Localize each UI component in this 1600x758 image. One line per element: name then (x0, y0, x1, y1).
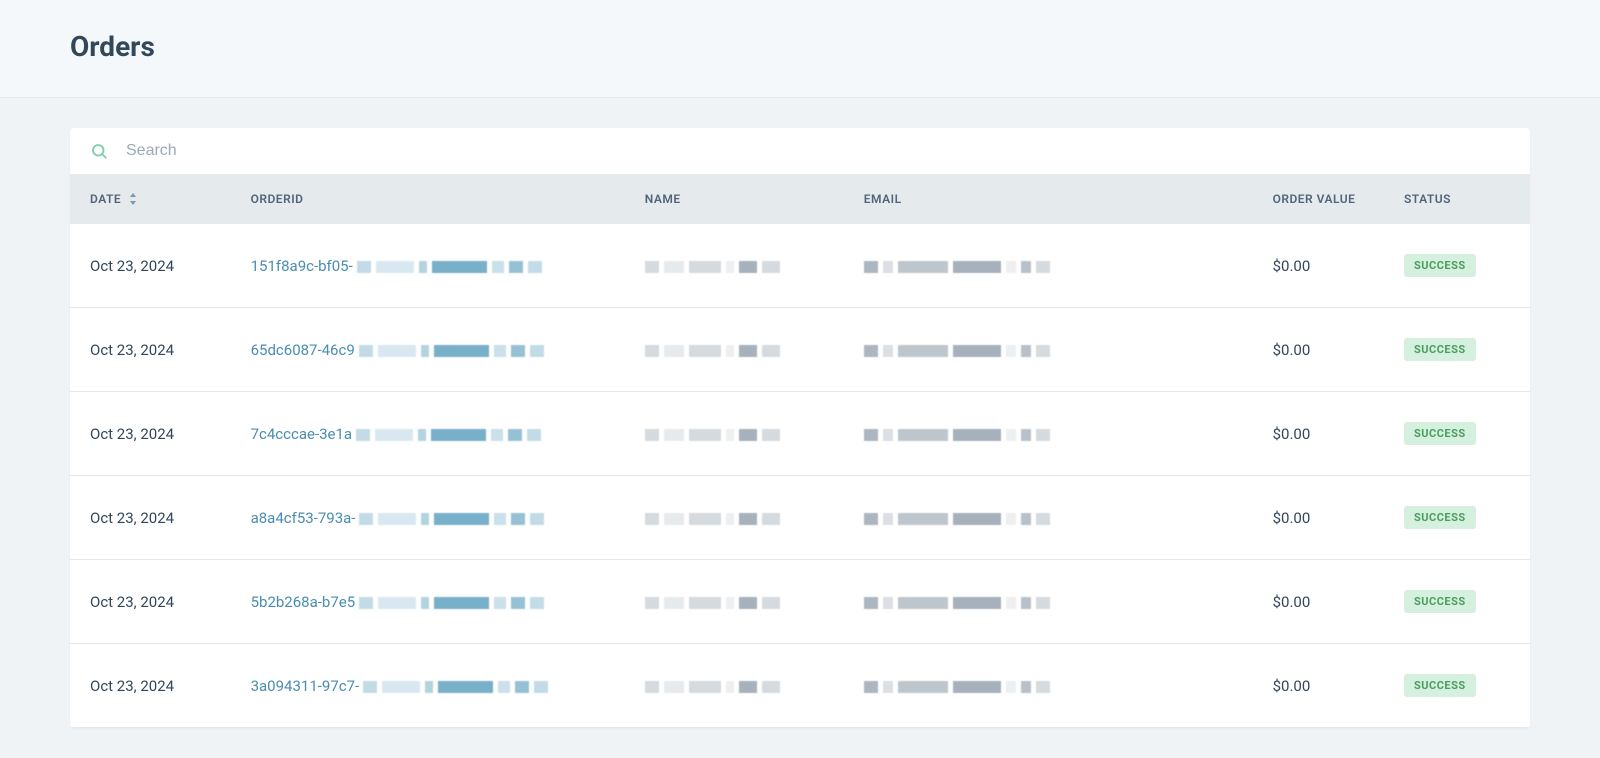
order-id-link[interactable]: 7c4cccae-3e1a (251, 425, 353, 443)
order-id-link[interactable]: 3a094311-97c7- (251, 677, 360, 695)
page-title: Orders (70, 30, 1530, 63)
cell-date: Oct 23, 2024 (70, 224, 231, 308)
orders-table: DATE ORDERID NAME EMAIL ORDER VALU (70, 174, 1530, 728)
cell-orderid[interactable]: 3a094311-97c7- (231, 644, 625, 728)
redacted-orderid-suffix (359, 345, 544, 357)
cell-status: SUCCESS (1384, 476, 1530, 560)
cell-orderid[interactable]: 151f8a9c-bf05- (231, 224, 625, 308)
redacted-orderid-suffix (357, 261, 542, 273)
sort-icon (129, 193, 137, 205)
redacted-email (864, 345, 1050, 357)
cell-value: $0.00 (1253, 476, 1384, 560)
cell-orderid[interactable]: 7c4cccae-3e1a (231, 392, 625, 476)
table-row: Oct 23, 2024 3a094311-97c7- $0.00 SUCCESS (70, 644, 1530, 728)
cell-name (625, 476, 844, 560)
search-bar (70, 128, 1530, 174)
status-badge: SUCCESS (1404, 590, 1476, 613)
cell-status: SUCCESS (1384, 308, 1530, 392)
redacted-orderid-suffix (356, 429, 541, 441)
column-header-value[interactable]: ORDER VALUE (1253, 174, 1384, 224)
column-header-status[interactable]: STATUS (1384, 174, 1530, 224)
content-area: DATE ORDERID NAME EMAIL ORDER VALU (0, 98, 1600, 758)
column-header-date[interactable]: DATE (70, 174, 231, 224)
cell-name (625, 308, 844, 392)
redacted-name (645, 597, 780, 609)
search-icon (90, 142, 108, 160)
table-header-row: DATE ORDERID NAME EMAIL ORDER VALU (70, 174, 1530, 224)
cell-email (844, 392, 1253, 476)
cell-date: Oct 23, 2024 (70, 476, 231, 560)
cell-orderid[interactable]: a8a4cf53-793a- (231, 476, 625, 560)
cell-status: SUCCESS (1384, 224, 1530, 308)
cell-date: Oct 23, 2024 (70, 392, 231, 476)
status-badge: SUCCESS (1404, 674, 1476, 697)
order-id-link[interactable]: 5b2b268a-b7e5 (251, 593, 356, 611)
table-row: Oct 23, 2024 7c4cccae-3e1a $0.00 SUCCESS (70, 392, 1530, 476)
status-badge: SUCCESS (1404, 338, 1476, 361)
search-input[interactable] (126, 142, 1510, 160)
cell-name (625, 392, 844, 476)
cell-email (844, 644, 1253, 728)
cell-value: $0.00 (1253, 224, 1384, 308)
cell-value: $0.00 (1253, 560, 1384, 644)
redacted-name (645, 513, 780, 525)
cell-email (844, 224, 1253, 308)
cell-value: $0.00 (1253, 392, 1384, 476)
column-header-name[interactable]: NAME (625, 174, 844, 224)
cell-email (844, 560, 1253, 644)
page-header: Orders (0, 0, 1600, 98)
cell-status: SUCCESS (1384, 392, 1530, 476)
cell-orderid[interactable]: 5b2b268a-b7e5 (231, 560, 625, 644)
cell-email (844, 308, 1253, 392)
cell-name (625, 224, 844, 308)
redacted-name (645, 261, 780, 273)
cell-status: SUCCESS (1384, 644, 1530, 728)
table-row: Oct 23, 2024 5b2b268a-b7e5 $0.00 SUCCESS (70, 560, 1530, 644)
orders-card: DATE ORDERID NAME EMAIL ORDER VALU (70, 128, 1530, 728)
column-header-date-label: DATE (90, 192, 121, 206)
status-badge: SUCCESS (1404, 254, 1476, 277)
redacted-email (864, 513, 1050, 525)
column-header-email[interactable]: EMAIL (844, 174, 1253, 224)
cell-date: Oct 23, 2024 (70, 644, 231, 728)
cell-status: SUCCESS (1384, 560, 1530, 644)
column-header-orderid[interactable]: ORDERID (231, 174, 625, 224)
status-badge: SUCCESS (1404, 506, 1476, 529)
redacted-name (645, 345, 780, 357)
redacted-name (645, 429, 780, 441)
cell-name (625, 644, 844, 728)
redacted-orderid-suffix (359, 513, 544, 525)
table-row: Oct 23, 2024 a8a4cf53-793a- $0.00 SUCCESS (70, 476, 1530, 560)
redacted-email (864, 261, 1050, 273)
cell-name (625, 560, 844, 644)
redacted-email (864, 681, 1050, 693)
cell-email (844, 476, 1253, 560)
order-id-link[interactable]: a8a4cf53-793a- (251, 509, 356, 527)
cell-date: Oct 23, 2024 (70, 560, 231, 644)
cell-date: Oct 23, 2024 (70, 308, 231, 392)
cell-value: $0.00 (1253, 644, 1384, 728)
redacted-email (864, 429, 1050, 441)
redacted-email (864, 597, 1050, 609)
order-id-link[interactable]: 151f8a9c-bf05- (251, 257, 353, 275)
table-row: Oct 23, 2024 65dc6087-46c9 $0.00 SUCCESS (70, 308, 1530, 392)
table-row: Oct 23, 2024 151f8a9c-bf05- $0.00 SUCCESS (70, 224, 1530, 308)
status-badge: SUCCESS (1404, 422, 1476, 445)
order-id-link[interactable]: 65dc6087-46c9 (251, 341, 355, 359)
cell-value: $0.00 (1253, 308, 1384, 392)
redacted-name (645, 681, 780, 693)
redacted-orderid-suffix (363, 681, 548, 693)
redacted-orderid-suffix (359, 597, 544, 609)
cell-orderid[interactable]: 65dc6087-46c9 (231, 308, 625, 392)
